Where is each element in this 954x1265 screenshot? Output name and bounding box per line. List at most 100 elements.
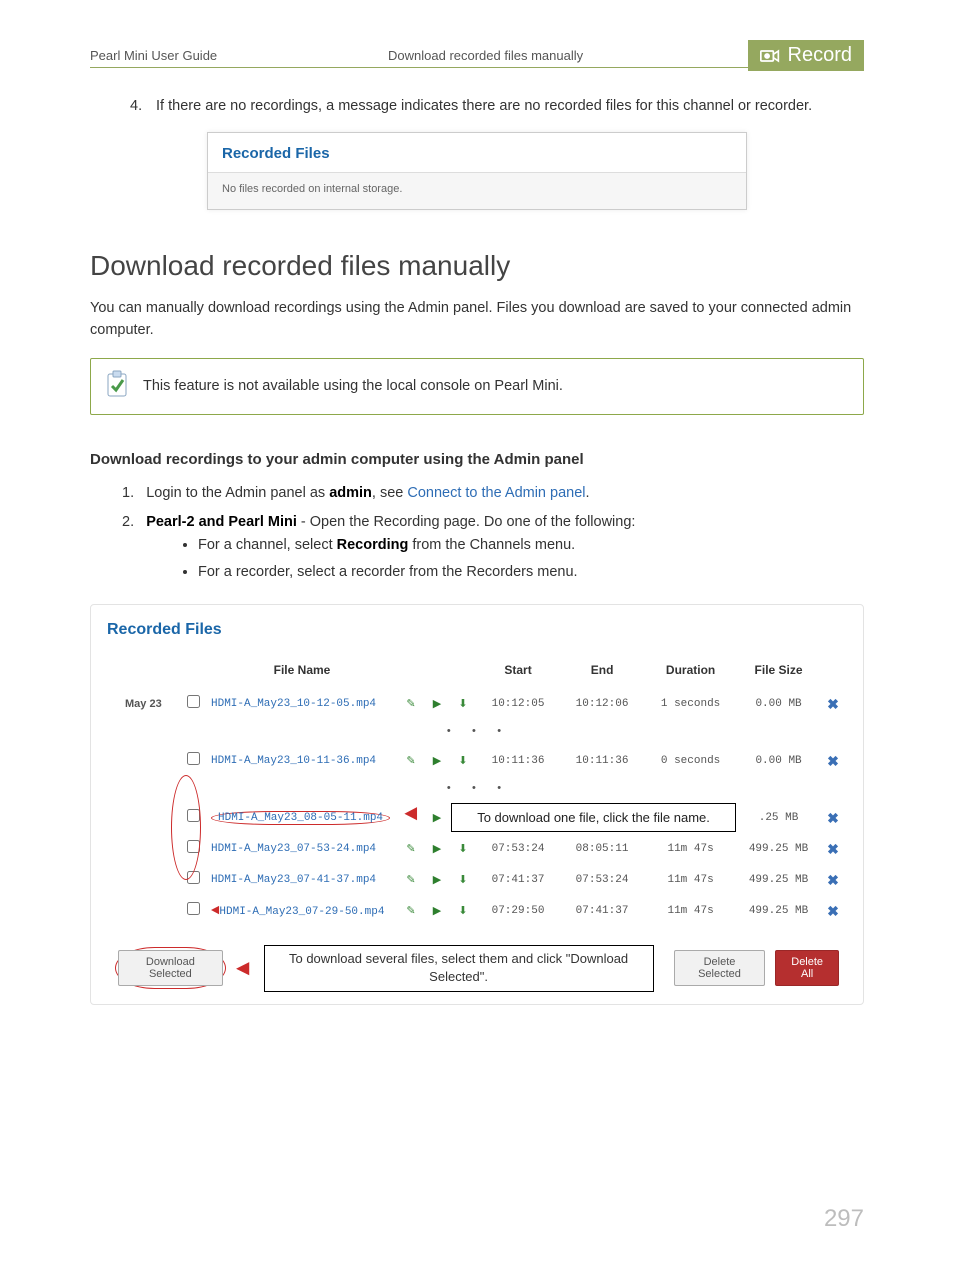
row-checkbox[interactable]	[187, 695, 200, 708]
step-2-bold: Pearl-2 and Pearl Mini	[146, 514, 297, 530]
table-row: HDMI-A_May23_10-11-36.mp4 ✎ ▶ ⬇ 10:11:36…	[109, 746, 845, 775]
edit-icon[interactable]: ✎	[403, 873, 419, 887]
col-end: End	[561, 657, 643, 687]
edit-icon[interactable]: ✎	[403, 904, 419, 918]
page-number: 297	[90, 1205, 864, 1233]
filename-link[interactable]: HDMI-A_May23_10-11-36.mp4	[211, 755, 376, 767]
play-icon[interactable]: ▶	[429, 697, 445, 711]
table-row: ◄HDMI-A_May23_07-29-50.mp4 ✎ ▶ ⬇ 07:29:5…	[109, 896, 845, 925]
red-highlight-ellipse: HDMI-A_May23_08-05-11.mp4	[211, 811, 390, 825]
callout-multi-file: To download several files, select them a…	[264, 945, 654, 991]
download-selected-button[interactable]: Download Selected	[118, 950, 223, 986]
red-arrow-icon: ◄	[404, 802, 417, 827]
cell-size: .25 MB	[738, 803, 819, 832]
delete-icon[interactable]: ✖	[825, 842, 841, 856]
filename-link[interactable]: HDMI-A_May23_08-05-11.mp4	[218, 812, 383, 824]
cell-size: 499.25 MB	[738, 865, 819, 894]
step-1-bold: admin	[329, 485, 372, 501]
cell-start: 07:41:37	[477, 865, 559, 894]
delete-icon[interactable]: ✖	[825, 811, 841, 825]
cell-duration: 11m 47s	[645, 896, 736, 925]
col-duration: Duration	[645, 657, 736, 687]
cell-duration: 0 seconds	[645, 746, 736, 775]
delete-icon[interactable]: ✖	[825, 873, 841, 887]
table-row: HDMI-A_May23_07-41-37.mp4 ✎ ▶ ⬇ 07:41:37…	[109, 865, 845, 894]
delete-selected-button[interactable]: Delete Selected	[674, 950, 766, 986]
row-separator-dots: • • •	[109, 777, 845, 801]
play-icon[interactable]: ▶	[429, 842, 445, 856]
record-video-icon	[760, 48, 780, 64]
filename-link[interactable]: HDMI-A_May23_07-53-24.mp4	[211, 843, 376, 855]
step-2-rest: - Open the Recording page. Do one of the…	[297, 514, 636, 530]
step-1: 1. Login to the Admin panel as admin, se…	[122, 482, 864, 505]
download-icon[interactable]: ⬇	[455, 842, 471, 856]
step-4-text: If there are no recordings, a message in…	[156, 98, 812, 114]
filename-link[interactable]: HDMI-A_May23_07-41-37.mp4	[211, 874, 376, 886]
table-header-row: File Name Start End Duration File Size	[109, 657, 845, 687]
table-row: HDMI-A_May23_08-05-11.mp4 ◄ ▶ To downloa…	[109, 803, 845, 832]
step-1-pre: Login to the Admin panel as	[146, 485, 329, 501]
red-highlight-ellipse-checkboxes	[171, 775, 201, 880]
cell-start: 10:12:05	[477, 689, 559, 718]
recorded-files-table: File Name Start End Duration File Size M…	[107, 655, 847, 927]
cell-size: 0.00 MB	[738, 746, 819, 775]
cell-end: 10:12:06	[561, 689, 643, 718]
delete-all-button[interactable]: Delete All	[775, 950, 839, 986]
col-filesize: File Size	[738, 657, 819, 687]
filename-link[interactable]: HDMI-A_May23_10-12-05.mp4	[211, 698, 376, 710]
page-title: Download recorded files manually	[90, 250, 864, 282]
play-icon[interactable]: ▶	[429, 904, 445, 918]
note-text: This feature is not available using the …	[143, 378, 563, 394]
cell-size: 0.00 MB	[738, 689, 819, 718]
download-icon[interactable]: ⬇	[455, 697, 471, 711]
date-may23: May 23	[109, 689, 179, 718]
play-icon[interactable]: ▶	[429, 754, 445, 768]
cell-end: 07:53:24	[561, 865, 643, 894]
cell-end: 08:05:11	[561, 834, 643, 863]
filename-link[interactable]: HDMI-A_May23_07-29-50.mp4	[219, 906, 384, 918]
table-row: May 23 HDMI-A_May23_10-12-05.mp4 ✎ ▶ ⬇ 1…	[109, 689, 845, 718]
step-2a-pre: For a channel, select	[198, 537, 337, 553]
connect-admin-panel-link[interactable]: Connect to the Admin panel	[407, 485, 585, 501]
col-filename: File Name	[207, 657, 397, 687]
recorded-files-title: Recorded Files	[107, 621, 847, 639]
download-icon[interactable]: ⬇	[455, 873, 471, 887]
step-2: 2. Pearl-2 and Pearl Mini - Open the Rec…	[122, 511, 864, 585]
play-icon[interactable]: ▶	[429, 811, 445, 825]
lead-paragraph: You can manually download recordings usi…	[90, 298, 864, 342]
step-4-number: 4.	[130, 98, 152, 114]
row-separator-dots: • • •	[109, 720, 845, 744]
download-icon[interactable]: ⬇	[455, 754, 471, 768]
step-4: 4. If there are no recordings, a message…	[130, 98, 864, 114]
delete-icon[interactable]: ✖	[825, 904, 841, 918]
download-icon[interactable]: ⬇	[455, 904, 471, 918]
cell-duration: 1 seconds	[645, 689, 736, 718]
section-short-title: Download recorded files manually	[388, 48, 583, 63]
cell-size: 499.25 MB	[738, 834, 819, 863]
edit-icon[interactable]: ✎	[403, 842, 419, 856]
row-checkbox[interactable]	[187, 752, 200, 765]
play-icon[interactable]: ▶	[429, 873, 445, 887]
red-highlight-ellipse: Download Selected	[115, 947, 226, 989]
cell-start: 07:53:24	[477, 834, 559, 863]
cell-duration: 11m 47s	[645, 834, 736, 863]
edit-icon[interactable]: ✎	[403, 754, 419, 768]
cell-end: 07:41:37	[561, 896, 643, 925]
guide-title: Pearl Mini User Guide	[90, 48, 217, 63]
clipboard-check-icon	[103, 369, 131, 404]
col-start: Start	[477, 657, 559, 687]
delete-icon[interactable]: ✖	[825, 697, 841, 711]
step-1-num: 1.	[122, 485, 134, 501]
procedure-heading: Download recordings to your admin comput…	[90, 451, 864, 468]
cell-start: 10:11:36	[477, 746, 559, 775]
recorded-files-empty-message: No files recorded on internal storage.	[208, 173, 746, 209]
row-checkbox[interactable]	[187, 902, 200, 915]
cell-duration: 11m 47s	[645, 865, 736, 894]
table-row: HDMI-A_May23_07-53-24.mp4 ✎ ▶ ⬇ 07:53:24…	[109, 834, 845, 863]
cell-end: 10:11:36	[561, 746, 643, 775]
step-2a-post: from the Channels menu.	[408, 537, 575, 553]
delete-icon[interactable]: ✖	[825, 754, 841, 768]
cell-start: 07:29:50	[477, 896, 559, 925]
edit-icon[interactable]: ✎	[403, 697, 419, 711]
note-box: This feature is not available using the …	[90, 358, 864, 415]
